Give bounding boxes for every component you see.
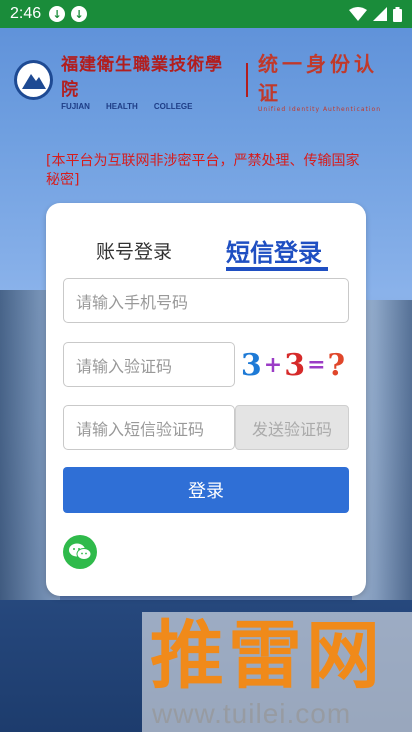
login-tabs: 账号登录 短信登录 [46, 233, 366, 273]
school-en-word: FUJIAN [61, 101, 90, 111]
header-divider [246, 63, 248, 97]
download-icon: ↓ [49, 6, 66, 22]
captcha-input[interactable]: 请输入验证码 [63, 342, 235, 387]
phone-placeholder: 请输入手机号码 [76, 292, 189, 312]
battery-icon [393, 6, 402, 22]
status-bar: 2:46 ↓ ↓ [0, 0, 412, 28]
school-en-word: HEALTH [105, 101, 138, 111]
status-indicators [349, 6, 402, 22]
security-warning: [本平台为互联网非涉密平台，严禁处理、传输国家秘密] [46, 153, 360, 188]
download-icon: ↓ [71, 6, 88, 22]
tab-sms-login[interactable]: 短信登录 [226, 233, 322, 268]
captcha-placeholder: 请输入验证码 [76, 356, 173, 376]
header-banner: 福建衛生職業技術學院 FUJIAN HEALTH COLLEGE 统一身份认证 … [14, 50, 398, 113]
watermark-logo-text: 推雷网 [150, 613, 384, 699]
school-en-word: COLLEGE [153, 101, 193, 111]
wechat-login-button[interactable] [63, 535, 97, 569]
sms-code-placeholder: 请输入短信验证码 [76, 419, 205, 439]
sms-code-input[interactable]: 请输入短信验证码 [63, 405, 235, 450]
captcha-image[interactable]: 3 + 3 = ? [238, 343, 348, 387]
captcha-char: = [307, 352, 326, 378]
signal-icon [373, 7, 387, 21]
phone-input[interactable]: 请输入手机号码 [63, 278, 349, 323]
captcha-char: + [263, 352, 283, 378]
captcha-char: 3 [284, 347, 306, 383]
school-name-block: 福建衛生職業技術學院 FUJIAN HEALTH COLLEGE [61, 50, 236, 111]
status-time: 2:46 [10, 5, 42, 22]
watermark-url: www.tuilei.com [152, 698, 352, 729]
school-name-en: FUJIAN HEALTH COLLEGE [61, 102, 236, 111]
wifi-icon [349, 7, 367, 21]
tab-account-login[interactable]: 账号登录 [96, 237, 172, 264]
auth-title: 统一身份认证 [258, 51, 378, 105]
auth-title-block: 统一身份认证 Unified Identity Authentication [258, 48, 398, 113]
mountain-icon [21, 74, 46, 89]
captcha-char: ? [327, 347, 346, 383]
send-code-button[interactable]: 发送验证码 [235, 405, 349, 450]
wechat-icon [69, 543, 92, 560]
login-card: 账号登录 短信登录 请输入手机号码 请输入验证码 3 + 3 = ? 请输入短信… [46, 203, 366, 596]
school-name: 福建衛生職業技術學院 [61, 54, 224, 100]
watermark: 推雷网 www.tuilei.com [142, 612, 412, 732]
auth-subtitle: Unified Identity Authentication [258, 105, 381, 113]
school-logo [14, 60, 54, 100]
tab-active-indicator [226, 267, 328, 271]
login-button[interactable]: 登录 [63, 467, 349, 513]
captcha-char: 3 [240, 347, 262, 383]
